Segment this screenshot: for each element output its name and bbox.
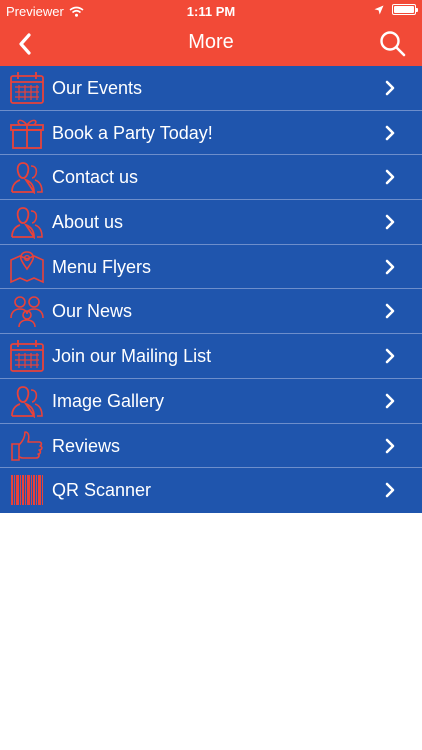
menu-item-menu-flyers[interactable]: Menu Flyers [0, 245, 422, 290]
chevron-right-icon [384, 214, 396, 230]
location-arrow-icon [374, 5, 384, 14]
people-icon [9, 294, 45, 328]
battery-icon [392, 4, 418, 15]
person-icon [9, 160, 45, 196]
menu-item-image-gallery[interactable]: Image Gallery [0, 379, 422, 424]
menu-item-label: About us [52, 212, 124, 233]
menu-item-our-news[interactable]: Our News [0, 289, 422, 335]
menu-item-our-events[interactable]: Our Events [0, 66, 422, 111]
chevron-right-icon [384, 438, 396, 454]
gift-icon [9, 116, 45, 150]
chevron-right-icon [384, 303, 396, 319]
menu-item-label: Contact us [52, 167, 139, 188]
menu-item-qr-scanner[interactable]: QR Scanner [0, 468, 422, 513]
calendar-icon [9, 339, 45, 373]
chevron-right-icon [384, 259, 396, 275]
chevron-right-icon [384, 80, 396, 96]
status-right [374, 4, 418, 15]
chevron-right-icon [384, 125, 396, 141]
menu-item-contact-us[interactable]: Contact us [0, 155, 422, 201]
menu-item-join-our-mailing-list[interactable]: Join our Mailing List [0, 334, 422, 379]
chevron-right-icon [384, 169, 396, 185]
menu-item-label: Image Gallery [52, 390, 165, 411]
menu-item-label: Reviews [52, 435, 121, 456]
menu-item-label: Book a Party Today! [52, 122, 213, 143]
person-icon [9, 205, 45, 241]
person-icon [9, 384, 45, 419]
menu-item-about-us[interactable]: About us [0, 200, 422, 245]
chevron-right-icon [384, 393, 396, 409]
thumbs-up-icon [9, 429, 45, 463]
menu-item-label: Menu Flyers [52, 256, 152, 277]
status-time: 1:11 PM [186, 4, 236, 19]
menu-item-reviews[interactable]: Reviews [0, 424, 422, 469]
calendar-icon [9, 71, 45, 105]
page-title: More [188, 31, 234, 53]
barcode-icon [9, 473, 45, 507]
menu-item-book-a-party-today[interactable]: Book a Party Today! [0, 111, 422, 156]
status-bar: Previewer 1:11 PM [0, 0, 422, 22]
search-icon [380, 31, 406, 57]
more-menu-list: Our Events Book a Party Today! Contact u… [0, 66, 422, 513]
menu-item-label: QR Scanner [52, 480, 152, 501]
map-pin-icon [9, 250, 45, 284]
menu-item-label: Our News [52, 301, 133, 322]
chevron-right-icon [384, 482, 396, 498]
menu-item-label: Our Events [52, 78, 143, 98]
nav-bar: More [0, 22, 422, 66]
chevron-right-icon [384, 348, 396, 364]
search-button[interactable] [378, 30, 408, 58]
menu-item-label: Join our Mailing List [52, 346, 212, 367]
